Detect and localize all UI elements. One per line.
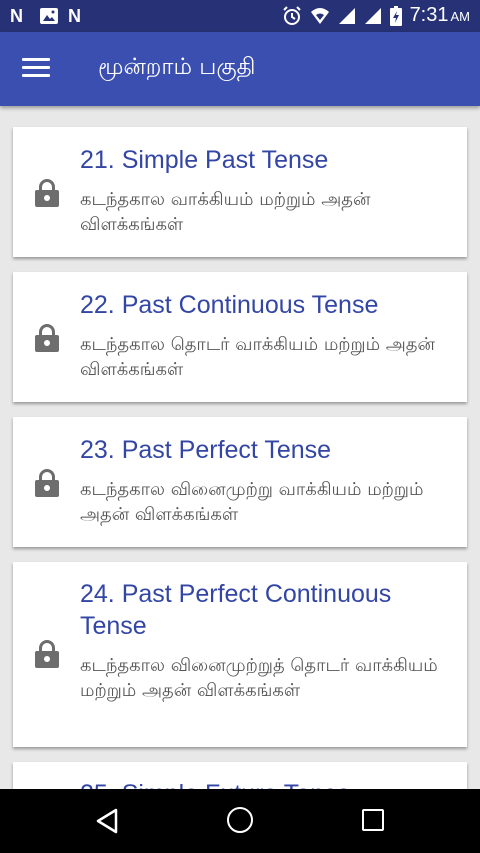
signal-icon	[364, 7, 381, 24]
list-item[interactable]: 23. Past Perfect Tense கடந்தகால வினைமுற்…	[13, 417, 467, 547]
hamburger-menu-icon[interactable]	[22, 58, 50, 80]
app-bar: மூன்றாம் பகுதி	[0, 32, 480, 106]
list-item[interactable]: 25. Simple Future Tense	[13, 762, 467, 789]
system-icons: 7:31 AM	[282, 4, 470, 27]
signal-icon	[338, 7, 355, 24]
n-notification-icon: N	[10, 6, 23, 26]
lesson-description: கடந்தகால தொடர் வாக்கியம் மற்றும் அதன் வி…	[80, 334, 435, 380]
navigation-bar	[0, 789, 480, 853]
notification-icons: N N	[10, 6, 88, 26]
status-bar: N N 7:31 AM	[0, 0, 480, 32]
battery-icon	[389, 5, 402, 26]
lesson-list[interactable]: 21. Simple Past Tense கடந்தகால வாக்கியம்…	[0, 106, 480, 789]
lock-icon	[35, 469, 59, 497]
wifi-icon	[310, 7, 329, 24]
list-item[interactable]: 22. Past Continuous Tense கடந்தகால தொடர்…	[13, 272, 467, 402]
list-item[interactable]: 21. Simple Past Tense கடந்தகால வாக்கியம்…	[13, 127, 467, 257]
n-notification-icon: N	[68, 6, 81, 26]
lesson-title: 21. Simple Past Tense	[80, 146, 329, 174]
status-time: 7:31 AM	[409, 4, 471, 26]
lesson-description: கடந்தகால வாக்கியம் மற்றும் அதன் விளக்கங்…	[80, 189, 371, 235]
alarm-icon	[282, 5, 301, 25]
list-item[interactable]: 24. Past Perfect Continuous Tense கடந்தக…	[13, 562, 467, 747]
home-icon[interactable]	[227, 807, 253, 833]
image-notification-icon	[40, 8, 58, 24]
lock-icon	[35, 179, 59, 207]
status-ampm: AM	[450, 9, 471, 24]
lesson-title: 22. Past Continuous Tense	[80, 291, 379, 319]
lesson-description: கடந்தகால வினைமுற்றுத் தொடர் வாக்கியம் மற…	[80, 655, 438, 701]
page-title: மூன்றாம் பகுதி	[98, 54, 256, 80]
lesson-title: 24. Past Perfect Continuous Tense	[80, 580, 392, 640]
lesson-title: 25. Simple Future Tense	[80, 778, 460, 789]
lock-icon	[35, 324, 59, 352]
recents-icon[interactable]	[362, 809, 384, 831]
lesson-title: 23. Past Perfect Tense	[80, 436, 332, 464]
back-icon[interactable]	[94, 807, 120, 835]
lock-icon	[35, 640, 59, 668]
lesson-description: கடந்தகால வினைமுற்று வாக்கியம் மற்றும் அத…	[80, 479, 424, 525]
